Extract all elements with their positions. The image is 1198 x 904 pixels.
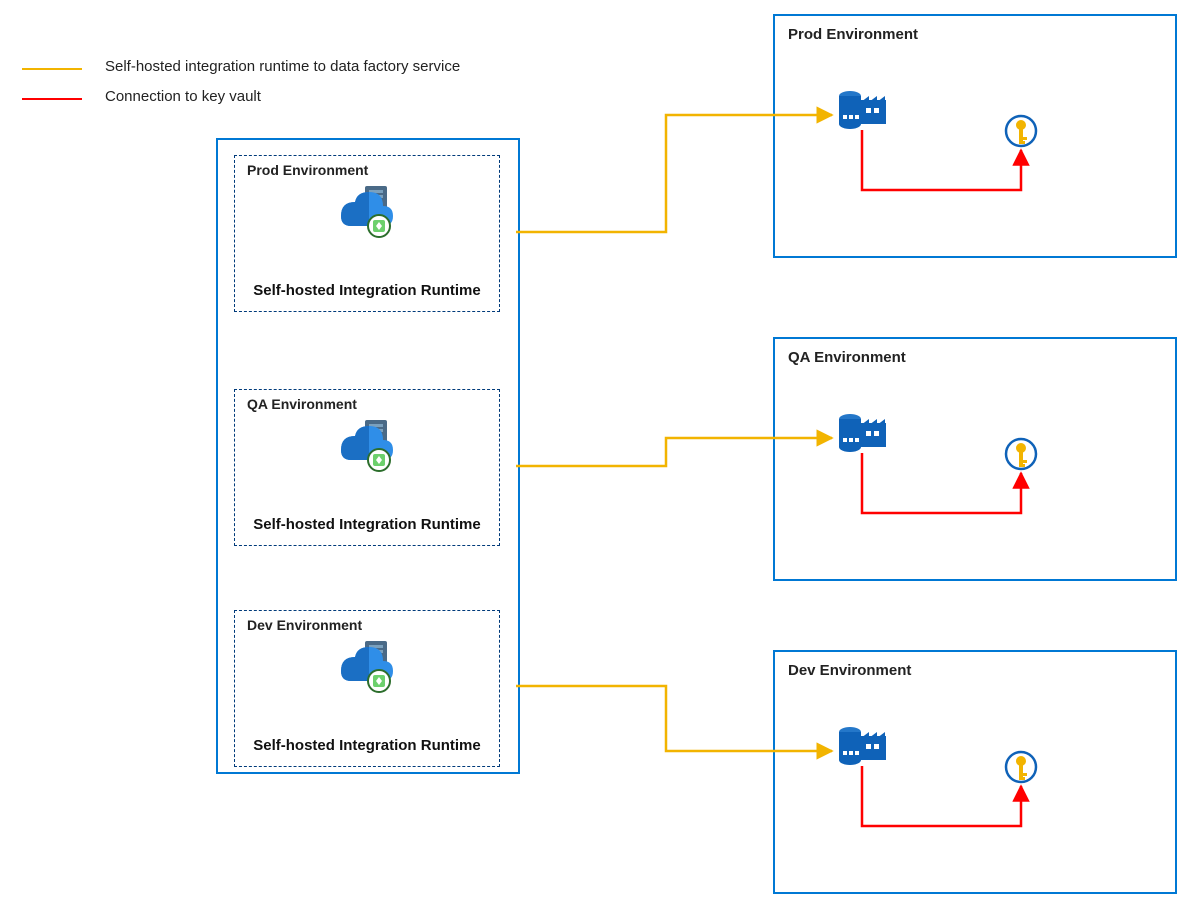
shir-label-dev: Self-hosted Integration Runtime [235, 737, 499, 756]
shir-box-title-prod: Prod Environment [247, 162, 368, 178]
data-factory-icon [838, 726, 888, 770]
legend-text-1: Self-hosted integration runtime to data … [105, 58, 460, 75]
key-vault-icon [1005, 438, 1037, 470]
shir-box-dev: Dev Environment Self-hosted Integration … [234, 610, 500, 767]
key-vault-icon [1005, 751, 1037, 783]
shir-icon-prod [335, 182, 399, 240]
data-factory-icon [838, 413, 888, 457]
shir-box-qa: QA Environment Self-hosted Integration R… [234, 389, 500, 546]
env-title-prod: Prod Environment [788, 26, 918, 43]
shir-icon-qa [335, 416, 399, 474]
env-title-qa: QA Environment [788, 349, 906, 366]
shir-box-title-dev: Dev Environment [247, 617, 362, 633]
env-box-dev [773, 650, 1177, 894]
data-factory-icon [838, 90, 888, 134]
key-vault-icon [1005, 115, 1037, 147]
diagram-canvas: Self-hosted integration runtime to data … [0, 0, 1198, 904]
shir-label-qa: Self-hosted Integration Runtime [235, 516, 499, 535]
legend-text-2: Connection to key vault [105, 88, 261, 105]
legend-swatch-red [22, 98, 82, 100]
legend-swatch-yellow [22, 68, 82, 70]
shir-box-prod: Prod Environment Self-hosted Integration… [234, 155, 500, 312]
shir-icon-dev [335, 637, 399, 695]
env-title-dev: Dev Environment [788, 662, 911, 679]
env-box-prod [773, 14, 1177, 258]
env-box-qa [773, 337, 1177, 581]
shir-label-prod: Self-hosted Integration Runtime [235, 282, 499, 301]
shir-box-title-qa: QA Environment [247, 396, 357, 412]
